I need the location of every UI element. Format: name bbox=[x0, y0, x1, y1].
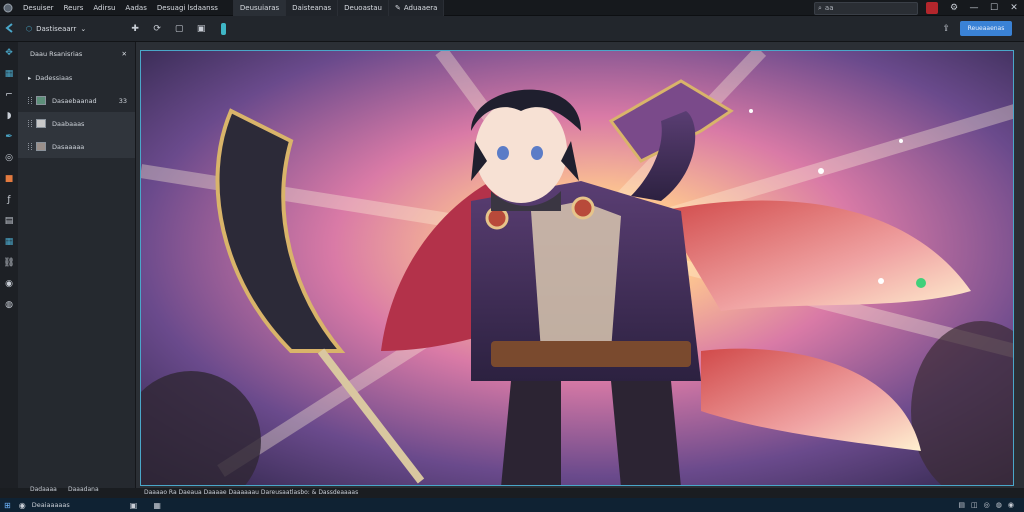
drag-handle-icon[interactable] bbox=[28, 120, 32, 127]
close-icon[interactable]: ✕ bbox=[1004, 3, 1024, 13]
layer-item-4[interactable]: Dasaaaaa bbox=[18, 135, 135, 158]
record-button[interactable] bbox=[926, 2, 938, 14]
puzzle-icon[interactable]: ✚ bbox=[128, 22, 142, 36]
tray-icon-3[interactable]: ◎ bbox=[984, 501, 990, 509]
tab-2-label: Daisteanas bbox=[292, 3, 332, 12]
tab-4-label: Aduaaera bbox=[403, 3, 438, 12]
tool-table-icon[interactable]: ▤ bbox=[0, 210, 18, 231]
layers-panel-header: Daau Rsanisrias ✕ bbox=[18, 42, 135, 66]
menubar-right: ⌕ aa ⚙ — ☐ ✕ bbox=[814, 0, 1024, 16]
tool-link-icon[interactable]: ⛓ bbox=[0, 252, 18, 273]
artboard[interactable] bbox=[140, 50, 1014, 486]
layers-panel: Daau Rsanisrias ✕ ▸ Dadessiaas Dasaebaan… bbox=[18, 42, 136, 488]
status-text: Daaaao Ra Daeaua Daaaae Daaaaaau Dareusa… bbox=[144, 489, 359, 496]
menubar: Desuiser Reurs Adirsu Aadas Desuagi lsda… bbox=[0, 0, 1024, 16]
layer-item-1-label: Dadessiaas bbox=[35, 73, 73, 82]
canvas-area bbox=[136, 42, 1024, 488]
tray-icon-2[interactable]: ◫ bbox=[971, 501, 978, 509]
tray-icon-4[interactable]: ◍ bbox=[996, 501, 1002, 509]
taskbar-start-label[interactable]: Deaiaaaaas bbox=[32, 501, 70, 509]
tool-layout-icon[interactable]: ▦ bbox=[0, 231, 18, 252]
search-value: aa bbox=[824, 4, 834, 12]
tool-crop-icon[interactable]: ⌐ bbox=[0, 84, 18, 105]
layers-panel-title: Daau Rsanisrias bbox=[30, 50, 83, 58]
tab-4-icon: ✎ bbox=[395, 3, 401, 12]
footer-left-2: Daaadana bbox=[68, 486, 99, 493]
layer-item-3[interactable]: Daabaaas bbox=[18, 112, 135, 135]
menu-item-2[interactable]: Reurs bbox=[59, 4, 89, 12]
layer-item-2-label: Dasaebaanad bbox=[52, 96, 97, 105]
primary-button-label: Reueaaenas bbox=[967, 25, 1005, 32]
tab-3-label: Deuoastau bbox=[344, 3, 382, 12]
tab-2[interactable]: Daisteanas bbox=[285, 0, 338, 16]
tool-strip: ✥ ▦ ⌐ ◗ ✒ ◎ ■ ƒ ▤ ▦ ⛓ ◉ ◍ bbox=[0, 42, 18, 488]
menu-item-5[interactable]: Desuagi lsdaanss bbox=[152, 4, 223, 12]
search-input[interactable]: ⌕ aa bbox=[814, 1, 918, 15]
project-selector[interactable]: ⬡ Dastiseaarr ⌄ bbox=[26, 25, 86, 33]
back-icon[interactable] bbox=[4, 22, 16, 36]
layer-thumbnail bbox=[36, 142, 46, 151]
tool-shape-icon[interactable]: ◗ bbox=[0, 105, 18, 126]
artwork-image bbox=[141, 51, 1013, 485]
share-icon[interactable]: ⇪ bbox=[942, 24, 950, 34]
tool-text-icon[interactable]: ƒ bbox=[0, 189, 18, 210]
refresh-icon[interactable]: ⟳ bbox=[150, 22, 164, 36]
project-label: Dastiseaarr bbox=[36, 24, 77, 33]
minimize-icon[interactable]: — bbox=[964, 3, 984, 13]
drag-handle-icon[interactable] bbox=[28, 143, 32, 150]
status-bar: Dadaaaa Daaadana Daaaao Ra Daeaua Daaaae… bbox=[0, 486, 1024, 498]
layer-thumbnail bbox=[36, 96, 46, 105]
layer-item-3-label: Daabaaas bbox=[52, 119, 85, 128]
tab-4[interactable]: ✎ Aduaaera bbox=[388, 0, 445, 16]
drag-handle-icon[interactable] bbox=[28, 97, 32, 104]
app-logo-icon[interactable] bbox=[1, 1, 15, 15]
tray-icon-1[interactable]: ▤ bbox=[958, 501, 965, 509]
layer-item-2-badge: 33 bbox=[118, 96, 127, 105]
layer-item-1[interactable]: ▸ Dadessiaas bbox=[18, 66, 135, 89]
taskbar: ⊞ ◉ Deaiaaaaas ▣ ▦ ▤ ◫ ◎ ◍ ◉ bbox=[0, 498, 1024, 512]
menu-item-3[interactable]: Adirsu bbox=[88, 4, 120, 12]
tab-1[interactable]: Deusuiaras bbox=[232, 0, 286, 16]
layer-folder-icon: ▸ bbox=[28, 73, 32, 82]
primary-button[interactable]: Reueaaenas bbox=[960, 21, 1012, 36]
tool-circle-icon[interactable]: ◎ bbox=[0, 147, 18, 168]
search-icon: ⌕ bbox=[818, 3, 822, 12]
settings-icon[interactable]: ⚙ bbox=[944, 3, 964, 13]
footer-left-1: Dadaaaa bbox=[30, 486, 57, 493]
tool-color-icon[interactable]: ■ bbox=[0, 168, 18, 189]
tool-help-icon[interactable]: ◍ bbox=[0, 294, 18, 315]
menu-item-4[interactable]: Aadas bbox=[120, 4, 151, 12]
layer-item-4-label: Dasaaaaa bbox=[52, 142, 85, 151]
tray-icon-5[interactable]: ◉ bbox=[1008, 501, 1014, 509]
menu-item-1[interactable]: Desuiser bbox=[18, 4, 59, 12]
tool-move-icon[interactable]: ✥ bbox=[0, 42, 18, 63]
taskbar-grid-icon[interactable]: ▦ bbox=[153, 501, 161, 510]
image-icon[interactable]: ▣ bbox=[194, 22, 208, 36]
tab-3[interactable]: Deuoastau bbox=[337, 0, 388, 16]
tool-grid-icon[interactable]: ▦ bbox=[0, 63, 18, 84]
tab-1-label: Deusuiaras bbox=[239, 3, 280, 12]
chevron-down-icon: ⌄ bbox=[80, 24, 87, 33]
maximize-icon[interactable]: ☐ bbox=[984, 3, 1004, 13]
tool-eye-icon[interactable]: ◉ bbox=[0, 273, 18, 294]
toolbar-right: ⇪ Reueaaenas bbox=[942, 21, 1012, 36]
toolbar: ⬡ Dastiseaarr ⌄ ✚ ⟳ ▢ ▣ ⇪ Reueaaenas bbox=[0, 16, 1024, 42]
frame-icon[interactable]: ▢ bbox=[172, 22, 186, 36]
taskbar-tool-icon[interactable]: ▣ bbox=[130, 501, 138, 510]
layer-item-2[interactable]: Dasaebaanad 33 bbox=[18, 89, 135, 112]
taskbar-app-icon[interactable]: ◉ bbox=[19, 501, 26, 510]
tool-pen-icon[interactable]: ✒ bbox=[0, 126, 18, 147]
windows-start-icon[interactable]: ⊞ bbox=[4, 501, 11, 510]
pin-icon[interactable]: ✕ bbox=[122, 50, 127, 58]
layer-icon[interactable] bbox=[216, 22, 230, 36]
layer-thumbnail bbox=[36, 119, 46, 128]
tray: ▤ ◫ ◎ ◍ ◉ bbox=[958, 501, 1014, 509]
project-icon: ⬡ bbox=[26, 24, 33, 33]
